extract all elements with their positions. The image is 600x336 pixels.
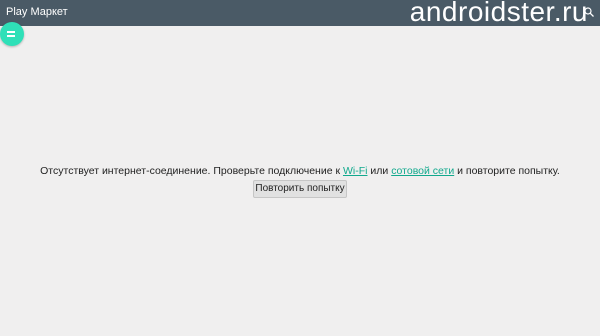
wifi-link[interactable]: Wi-Fi xyxy=(343,165,368,177)
cellular-link[interactable]: сотовой сети xyxy=(391,165,454,177)
search-icon[interactable] xyxy=(584,7,594,17)
message-text-middle: или xyxy=(367,165,392,177)
retry-button[interactable]: Повторить попытку xyxy=(253,180,347,198)
top-bar: Play Маркет androidster.ru xyxy=(0,0,600,27)
watermark-text: androidster.ru xyxy=(409,0,588,27)
play-market-screen: Play Маркет androidster.ru Отсутствует и… xyxy=(0,0,600,336)
app-title: Play Маркет xyxy=(6,6,68,18)
menu-button[interactable] xyxy=(0,22,24,46)
menu-icon xyxy=(7,31,15,37)
message-text-after: и повторите попытку. xyxy=(454,165,560,177)
no-connection-message: Отсутствует интернет-соединение. Проверь… xyxy=(0,164,600,178)
message-text-before: Отсутствует интернет-соединение. Проверь… xyxy=(40,165,343,177)
